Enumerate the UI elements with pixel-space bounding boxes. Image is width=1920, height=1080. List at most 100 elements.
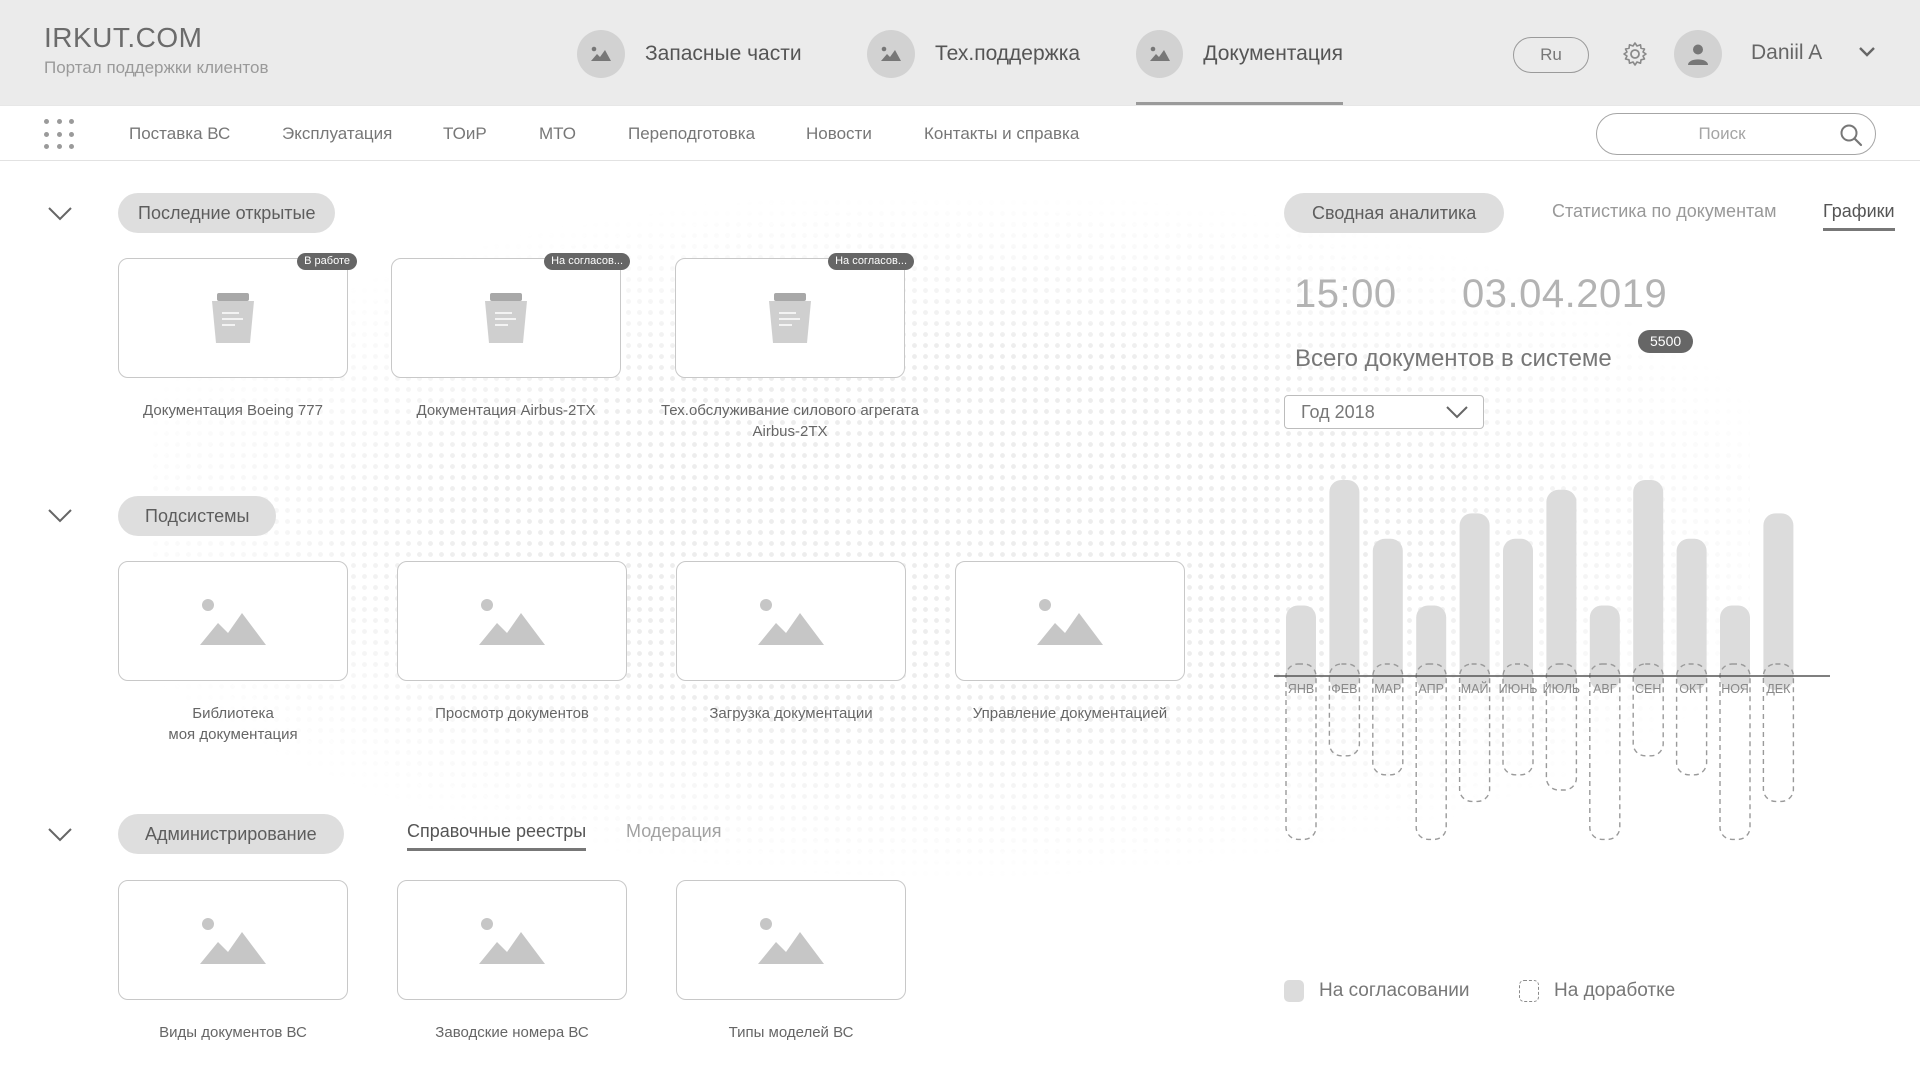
legend-swatch-dashed: [1519, 980, 1539, 1002]
chart-month-label: ИЮЛЬ: [1543, 682, 1580, 696]
admin-card-caption: Виды документов ВС: [159, 1024, 307, 1041]
status-badge: В работе: [297, 253, 357, 270]
year-select[interactable]: Год 2018: [1284, 395, 1484, 429]
brand: IRKUT.COM Портал поддержки клиентов: [44, 22, 268, 78]
image-placeholder-icon: [479, 599, 545, 645]
total-documents-label: Всего документов в системе: [1295, 345, 1612, 372]
chart-bar-approval[interactable]: [1589, 605, 1620, 690]
gear-icon[interactable]: [1622, 41, 1648, 67]
recent-card-caption: Документация Boeing 777: [143, 402, 323, 419]
secondary-nav: Поставка ВС Эксплуатация ТОиР МТО Перепо…: [0, 105, 1920, 161]
search-box: [1596, 113, 1876, 155]
language-switch[interactable]: Ru: [1513, 37, 1589, 73]
section-subsystems-title[interactable]: Подсистемы: [118, 496, 277, 536]
subsystem-card-caption: Просмотр документов: [435, 705, 589, 722]
nav-item-news[interactable]: Новости: [806, 124, 872, 144]
chart-bar-approval[interactable]: [1720, 605, 1750, 690]
top-tab-label: Тех.поддержка: [935, 42, 1081, 65]
chart-month-label: ЯНВ: [1288, 682, 1314, 696]
tab-moderation[interactable]: Модерация: [626, 821, 721, 842]
top-tab-spare-parts[interactable]: Запасные части: [577, 30, 802, 105]
tab-document-stats[interactable]: Статистика по документам: [1552, 201, 1776, 222]
subsystem-card[interactable]: [676, 561, 906, 681]
legend-label: На доработке: [1554, 980, 1676, 1001]
legend-item-revision: На доработке: [1519, 980, 1675, 1002]
chart-bar-approval[interactable]: [1329, 480, 1360, 690]
chevron-down-icon: [1446, 406, 1468, 419]
top-tab-support[interactable]: Тех.поддержка: [867, 30, 1080, 105]
subsystem-card-caption: Загрузка документации: [709, 705, 873, 722]
chart-bar-approval[interactable]: [1416, 605, 1447, 690]
brand-title: IRKUT.COM: [44, 22, 203, 53]
chart-month-label: АПР: [1418, 682, 1444, 696]
image-placeholder-icon: [200, 918, 266, 964]
search-icon[interactable]: [1839, 123, 1863, 147]
recent-card[interactable]: На согласов...: [675, 253, 914, 378]
nav-item-retraining[interactable]: Переподготовка: [628, 124, 755, 144]
analytics-summary-button[interactable]: Сводная аналитика: [1284, 193, 1505, 233]
recent-card[interactable]: В работе: [118, 253, 357, 378]
brand-subtitle: Портал поддержки клиентов: [44, 58, 269, 77]
nav-item-delivery[interactable]: Поставка ВС: [129, 124, 230, 144]
chart-month-label: МАЙ: [1461, 681, 1489, 696]
chart-month-label: АВГ: [1593, 682, 1617, 696]
tab-reference-registers[interactable]: Справочные реестры: [407, 821, 587, 851]
admin-card[interactable]: [676, 880, 906, 1000]
collapse-chevron-icon[interactable]: [48, 508, 72, 524]
legend-label: На согласовании: [1319, 980, 1470, 1001]
chart-month-label: ФЕВ: [1331, 682, 1357, 696]
legend-swatch-filled: [1284, 980, 1304, 1002]
subsystem-card[interactable]: [955, 561, 1185, 681]
nav-item-contacts[interactable]: Контакты и справка: [924, 124, 1079, 144]
collapse-chevron-icon[interactable]: [48, 827, 72, 843]
document-folder-icon: [769, 293, 811, 343]
tab-charts[interactable]: Графики: [1823, 201, 1895, 231]
avatar[interactable]: [1674, 30, 1722, 78]
section-recent-title[interactable]: Последние открытые: [118, 193, 336, 233]
year-select-value: Год 2018: [1301, 402, 1375, 422]
nav-item-mto[interactable]: МТО: [539, 124, 576, 144]
recent-card[interactable]: На согласов...: [391, 253, 630, 378]
top-tab-label: Документация: [1203, 42, 1343, 65]
chart-bar-approval[interactable]: [1286, 605, 1316, 690]
subsystem-card[interactable]: [118, 561, 348, 681]
image-placeholder-icon: [758, 918, 824, 964]
chevron-down-icon[interactable]: [1858, 45, 1876, 59]
admin-card[interactable]: [118, 880, 348, 1000]
document-folder-icon: [485, 293, 527, 343]
current-time: 15:00: [1294, 272, 1397, 316]
admin-card-caption: Типы моделей ВС: [728, 1024, 854, 1041]
chart-month-label: ОКТ: [1679, 682, 1704, 696]
total-documents-badge: 5500: [1638, 330, 1694, 353]
top-tab-documentation[interactable]: Документация: [1136, 30, 1343, 105]
subsystem-card-caption: Библиотека моя документация: [168, 705, 298, 743]
chart-month-label: СЕН: [1635, 682, 1661, 696]
image-placeholder-icon: [1037, 599, 1103, 645]
subsystem-card[interactable]: [397, 561, 627, 681]
recent-card-caption: Документация Airbus-2TX: [416, 402, 596, 419]
current-date: 03.04.2019: [1462, 272, 1668, 316]
image-icon: [1136, 30, 1184, 78]
chart-month-label: ДЕК: [1766, 682, 1791, 696]
chart-bar-approval[interactable]: [1633, 480, 1664, 690]
monthly-documents-chart: ЯНВ ФЕВ МАР АПР МАЙ ИЮНЬ ИЮЛЬ АВГ СЕН ОКТ НОЯ ДЕК: [1274, 480, 1830, 841]
chart-bar-approval[interactable]: [1546, 489, 1577, 690]
user-icon: [1688, 44, 1708, 65]
admin-card-caption: Заводские номера ВС: [435, 1024, 589, 1041]
admin-card[interactable]: [397, 880, 627, 1000]
document-folder-icon: [212, 293, 254, 343]
legend-item-approval: На согласовании: [1284, 980, 1469, 1002]
user-name[interactable]: Daniil A: [1751, 41, 1822, 65]
apps-grid-icon[interactable]: [44, 119, 76, 151]
section-admin-title[interactable]: Администрирование: [118, 814, 344, 854]
status-badge: На согласов...: [544, 253, 630, 270]
recent-card-caption: Тех.обслуживание силового агрегата Airbu…: [660, 402, 920, 440]
image-icon: [577, 30, 625, 78]
status-badge: На согласов...: [828, 253, 914, 270]
image-icon: [867, 30, 915, 78]
search-input[interactable]: [1617, 114, 1827, 153]
subsystem-card-caption: Управление документацией: [972, 705, 1168, 722]
collapse-chevron-icon[interactable]: [48, 206, 72, 222]
nav-item-mro[interactable]: ТОиР: [443, 124, 487, 144]
nav-item-operation[interactable]: Эксплуатация: [282, 124, 392, 144]
